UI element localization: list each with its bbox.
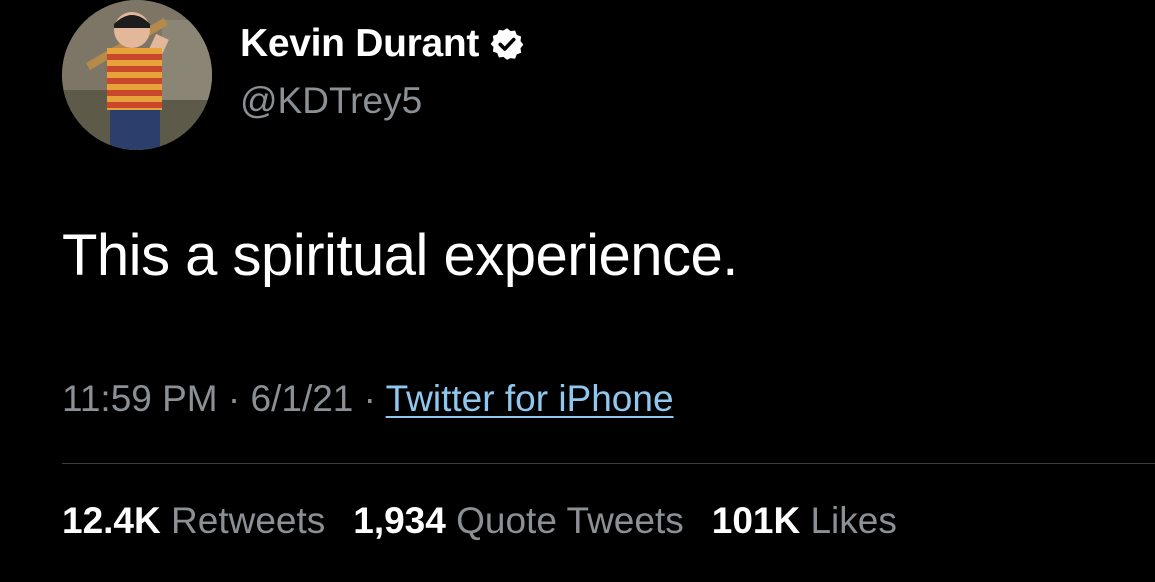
retweets-count: 12.4K xyxy=(62,500,161,541)
retweets-stat[interactable]: 12.4K Retweets xyxy=(62,500,325,542)
retweets-label: Retweets xyxy=(171,500,326,541)
tweet-date[interactable]: 6/1/21 xyxy=(251,378,354,419)
tweet-source-link[interactable]: Twitter for iPhone xyxy=(386,378,674,419)
likes-count: 101K xyxy=(711,500,801,541)
author-display-name[interactable]: Kevin Durant xyxy=(240,22,479,66)
meta-separator: · xyxy=(363,378,376,419)
tweet-time: 11:59 PM xyxy=(62,378,218,419)
quote-tweets-stat[interactable]: 1,934 Quote Tweets xyxy=(353,500,684,542)
meta-separator: · xyxy=(227,378,241,419)
author-handle[interactable]: @KDTrey5 xyxy=(240,80,422,122)
tweet-meta: 11:59 PM · 6/1/21 · Twitter for iPhone xyxy=(62,378,674,420)
divider xyxy=(62,463,1155,464)
tweet-text: This a spiritual experience. xyxy=(62,223,738,288)
author-name-row[interactable]: Kevin Durant xyxy=(240,22,525,66)
likes-stat[interactable]: 101K Likes xyxy=(712,500,897,542)
avatar[interactable] xyxy=(62,0,212,150)
quote-tweets-count: 1,934 xyxy=(353,500,446,541)
verified-badge-icon xyxy=(489,26,525,62)
likes-label: Likes xyxy=(810,500,897,541)
avatar-image xyxy=(62,0,212,150)
quote-tweets-label: Quote Tweets xyxy=(456,500,684,541)
tweet-stats: 12.4K Retweets 1,934 Quote Tweets 101K L… xyxy=(62,500,897,542)
